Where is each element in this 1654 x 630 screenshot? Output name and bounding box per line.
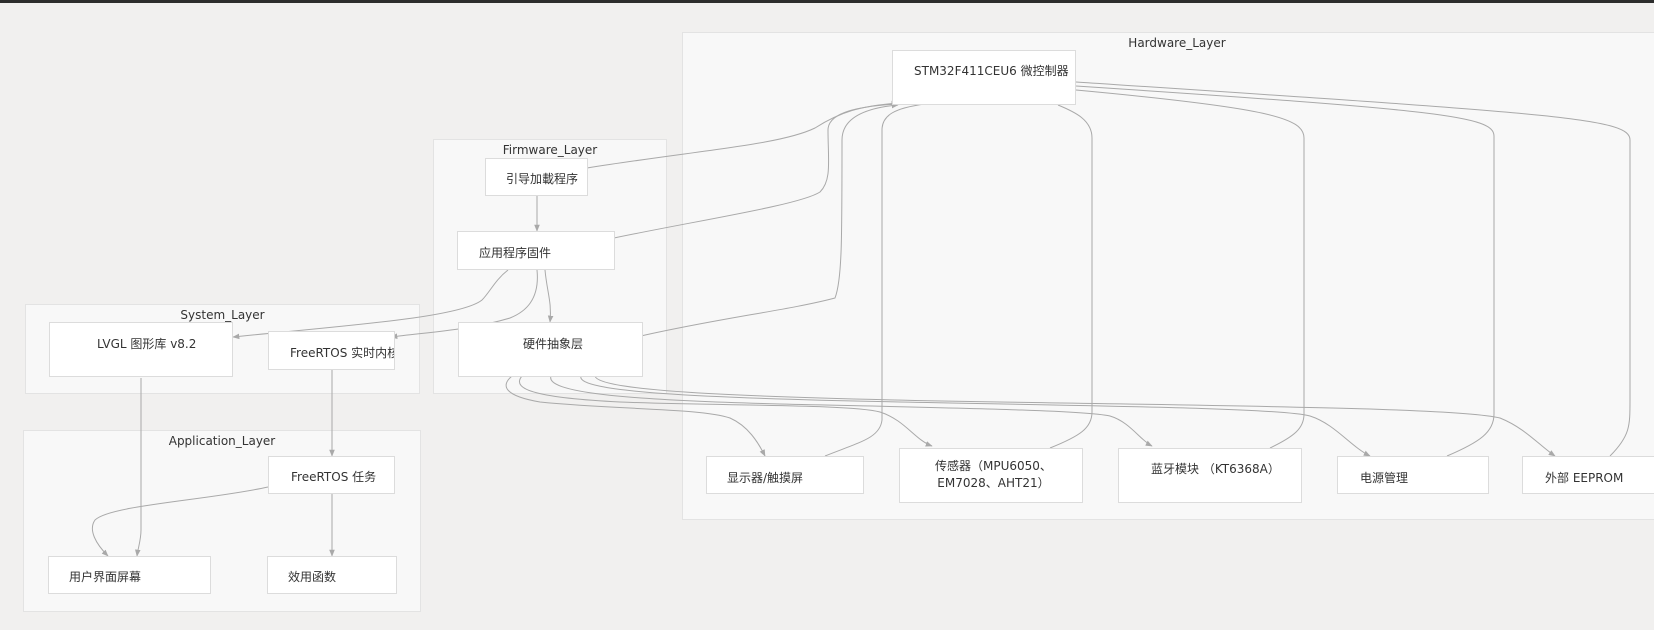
node-sensors-label: 传感器（MPU6050、 EM7028、AHT21） xyxy=(935,459,1052,490)
node-bluetooth[interactable]: 蓝牙模块 （KT6368A） xyxy=(1118,448,1302,503)
node-ui-screen[interactable]: 用户界面屏幕 xyxy=(48,556,211,594)
node-lvgl-label: LVGL 图形库 v8.2 xyxy=(97,337,197,351)
group-label-system-layer: System_Layer xyxy=(180,308,265,322)
node-sensors[interactable]: 传感器（MPU6050、 EM7028、AHT21） xyxy=(899,448,1083,503)
node-app-firmware-label: 应用程序固件 xyxy=(479,246,552,260)
group-hardware-layer: Hardware_Layer xyxy=(682,32,1654,520)
node-eeprom-label: 外部 EEPROM xyxy=(1545,471,1624,485)
node-display[interactable]: 显示器/触摸屏 xyxy=(706,456,864,494)
node-display-label: 显示器/触摸屏 xyxy=(727,471,804,485)
node-bootloader[interactable]: 引导加載程序 xyxy=(485,158,588,196)
node-ui-screen-label: 用户界面屏幕 xyxy=(69,570,142,584)
group-label-firmware-layer: Firmware_Layer xyxy=(502,143,598,157)
node-hal-label: 硬件抽象层 xyxy=(523,337,584,351)
node-mcu[interactable]: STM32F411CEU6 微控制器 xyxy=(892,50,1076,105)
node-mcu-label: STM32F411CEU6 微控制器 xyxy=(914,64,1069,78)
node-freertos-rt[interactable]: FreeRTOS 实时内核 xyxy=(268,331,395,370)
node-power-label: 电源管理 xyxy=(1360,471,1409,485)
group-label-hardware-layer: Hardware_Layer xyxy=(1128,36,1226,50)
node-app-firmware[interactable]: 应用程序固件 xyxy=(457,231,615,270)
node-freertos-task-label: FreeRTOS 任务 xyxy=(291,470,377,484)
node-bluetooth-label: 蓝牙模块 （KT6368A） xyxy=(1151,462,1280,476)
group-label-application-layer: Application_Layer xyxy=(168,434,276,448)
node-bootloader-label: 引导加載程序 xyxy=(506,172,579,186)
node-freertos-rt-label: FreeRTOS 实时内核 xyxy=(290,346,395,360)
node-utility-label: 效用函数 xyxy=(288,570,337,584)
window-top-bar xyxy=(0,0,1654,3)
node-power[interactable]: 电源管理 xyxy=(1337,456,1489,494)
node-lvgl[interactable]: LVGL 图形库 v8.2 xyxy=(49,322,233,377)
node-freertos-task[interactable]: FreeRTOS 任务 xyxy=(268,456,395,494)
node-eeprom[interactable]: 外部 EEPROM xyxy=(1522,456,1654,494)
architecture-diagram: Hardware_Layer Firmware_Layer System_Lay… xyxy=(0,0,1654,630)
node-hal[interactable]: 硬件抽象层 xyxy=(458,322,643,377)
node-utility[interactable]: 效用函数 xyxy=(267,556,397,594)
